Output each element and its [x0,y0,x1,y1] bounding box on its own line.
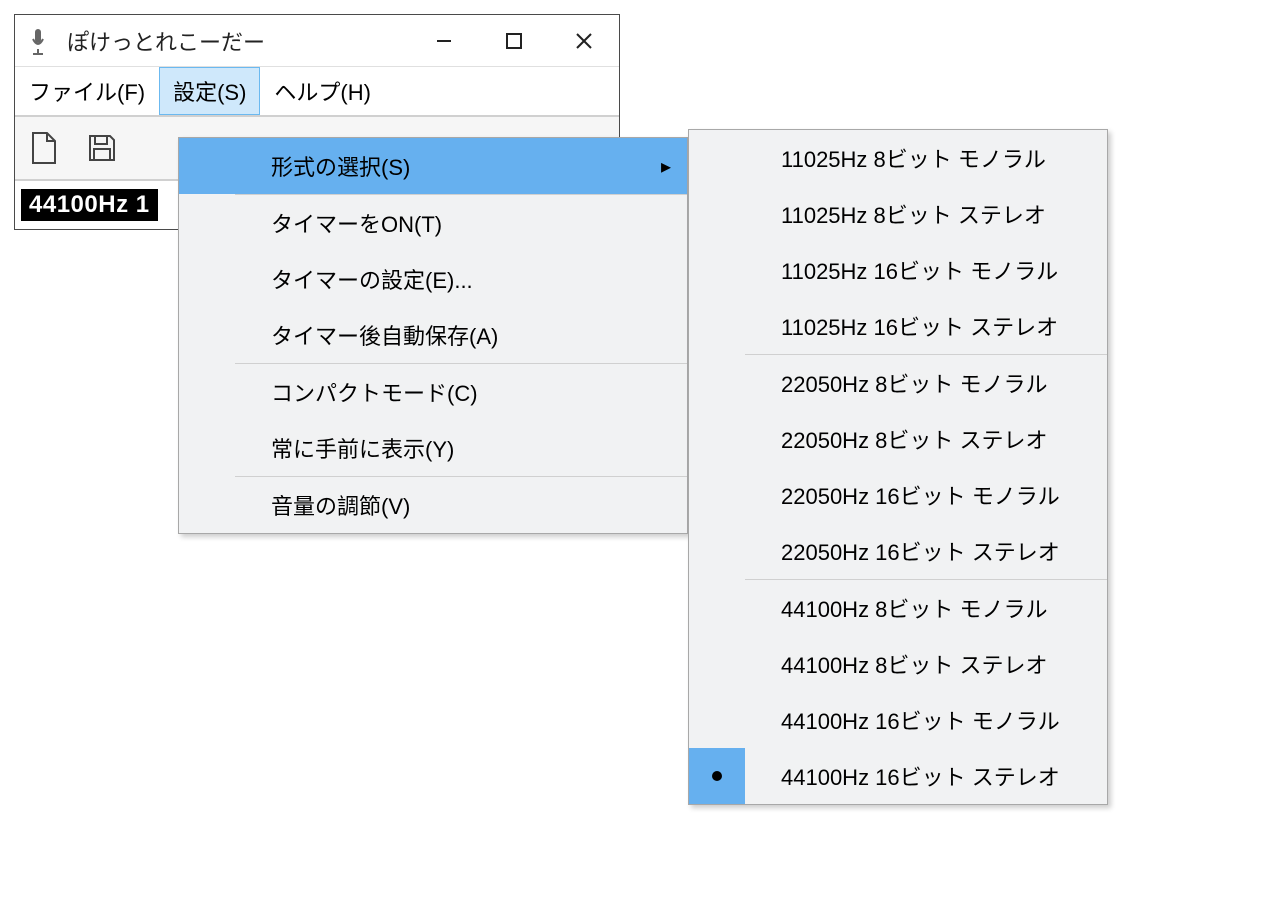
radio-gutter [689,242,745,298]
format-option-label: 22050Hz 16ビット モノラル [745,479,1107,511]
microphone-icon [29,27,53,55]
menu-file[interactable]: ファイル(F) [15,67,159,115]
radio-gutter [689,130,745,186]
format-option[interactable]: 44100Hz 16ビット モノラル [689,692,1107,748]
menu-timer-settings[interactable]: タイマーの設定(E)... [179,251,687,307]
menubar: ファイル(F) 設定(S) ヘルプ(H) [15,67,619,115]
format-option-label: 11025Hz 16ビット ステレオ [745,310,1107,342]
format-option-label: 22050Hz 8ビット ステレオ [745,423,1107,455]
format-option-label: 44100Hz 8ビット ステレオ [745,648,1107,680]
format-option[interactable]: 22050Hz 16ビット ステレオ [689,523,1107,579]
menu-volume[interactable]: 音量の調節(V) [179,477,687,533]
menu-timer-autosave[interactable]: タイマー後自動保存(A) [179,307,687,363]
menu-settings[interactable]: 設定(S) [159,67,260,115]
format-option-label: 44100Hz 8ビット モノラル [745,592,1107,624]
format-option-label: 22050Hz 8ビット モノラル [745,367,1107,399]
radio-gutter [689,636,745,692]
window-title: ぽけっとれこーだー [67,25,409,57]
titlebar[interactable]: ぽけっとれこーだー [15,15,619,67]
radio-gutter [689,411,745,467]
radio-gutter [689,467,745,523]
radio-gutter [689,692,745,748]
menu-format-select[interactable]: 形式の選択(S) ▸ [179,138,687,194]
radio-dot-icon [712,771,722,781]
format-option[interactable]: 44100Hz 8ビット モノラル [689,580,1107,636]
chevron-right-icon: ▸ [645,154,687,179]
format-option-label: 11025Hz 8ビット ステレオ [745,198,1107,230]
minimize-button[interactable] [409,15,479,66]
format-option[interactable]: 22050Hz 16ビット モノラル [689,467,1107,523]
radio-gutter [689,523,745,579]
format-option[interactable]: 11025Hz 8ビット モノラル [689,130,1107,186]
radio-gutter [689,298,745,354]
format-option-label: 11025Hz 16ビット モノラル [745,254,1107,286]
format-option-label: 44100Hz 16ビット ステレオ [745,760,1107,792]
current-format-display: 44100Hz 1 [21,189,158,221]
format-option[interactable]: 11025Hz 16ビット モノラル [689,242,1107,298]
window-controls [409,15,619,66]
format-option[interactable]: 44100Hz 8ビット ステレオ [689,636,1107,692]
save-icon [86,132,118,164]
format-option[interactable]: 11025Hz 8ビット ステレオ [689,186,1107,242]
format-option[interactable]: 22050Hz 8ビット ステレオ [689,411,1107,467]
format-option[interactable]: 11025Hz 16ビット ステレオ [689,298,1107,354]
settings-menu: 形式の選択(S) ▸ タイマーをON(T) タイマーの設定(E)... タイマー… [178,137,688,534]
menu-compact-mode[interactable]: コンパクトモード(C) [179,364,687,420]
menu-help[interactable]: ヘルプ(H) [260,67,385,115]
new-file-button[interactable] [15,117,73,179]
menu-timer-on[interactable]: タイマーをON(T) [179,195,687,251]
radio-gutter [689,748,745,804]
save-button[interactable] [73,117,131,179]
radio-gutter [689,186,745,242]
format-option[interactable]: 44100Hz 16ビット ステレオ [689,748,1107,804]
format-option-label: 11025Hz 8ビット モノラル [745,142,1107,174]
format-option-label: 44100Hz 16ビット モノラル [745,704,1107,736]
radio-gutter [689,580,745,636]
radio-gutter [689,355,745,411]
menu-always-on-top[interactable]: 常に手前に表示(Y) [179,420,687,476]
close-button[interactable] [549,15,619,66]
format-submenu: 11025Hz 8ビット モノラル 11025Hz 8ビット ステレオ 11025H… [688,129,1108,805]
new-file-icon [29,131,59,165]
maximize-button[interactable] [479,15,549,66]
format-option-label: 22050Hz 16ビット ステレオ [745,535,1107,567]
format-option[interactable]: 22050Hz 8ビット モノラル [689,355,1107,411]
